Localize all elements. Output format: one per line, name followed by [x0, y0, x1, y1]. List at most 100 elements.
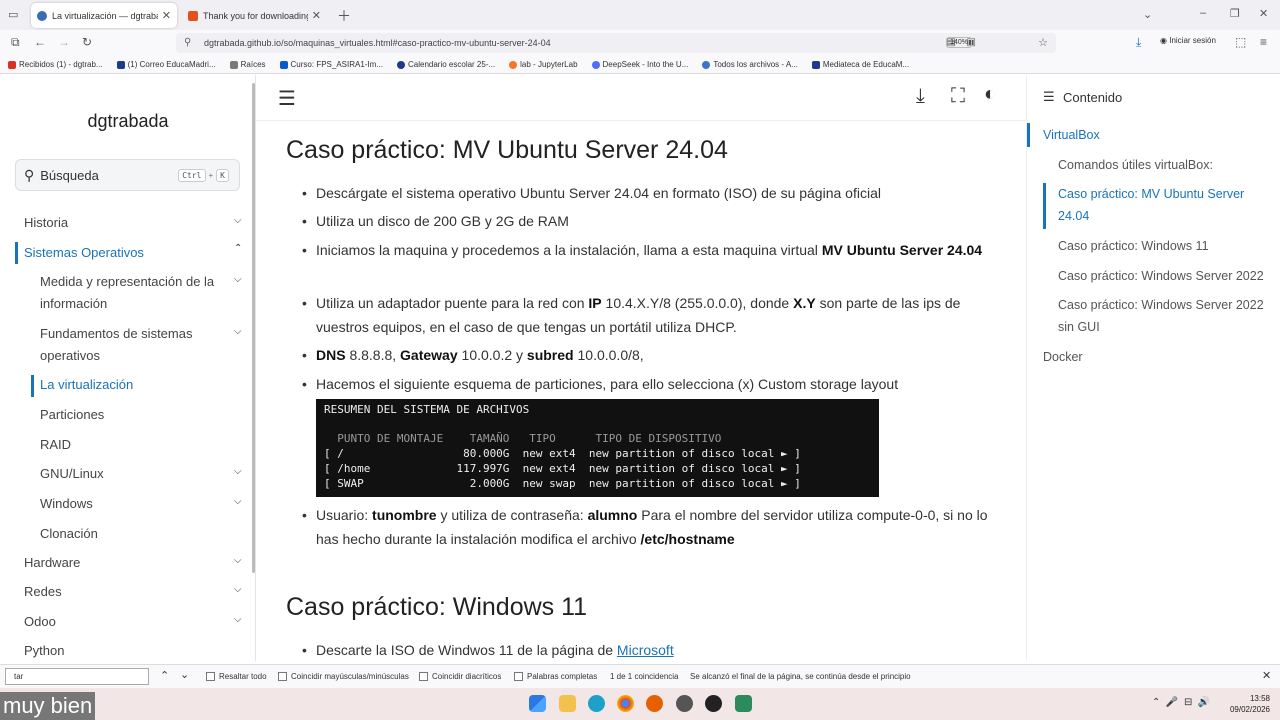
menu-icon[interactable]: ≡: [1260, 35, 1267, 49]
sidebar-item-virtualizacion[interactable]: La virtualización: [40, 374, 133, 396]
sidebar-item-fundamentos[interactable]: Fundamentos de sistemas operativos: [40, 323, 220, 367]
close-window-button[interactable]: ✕: [1259, 7, 1268, 20]
sidebar-item-windows[interactable]: Windows: [40, 493, 93, 515]
site-title[interactable]: dgtrabada: [0, 111, 255, 132]
fullscreen-icon[interactable]: ⛶: [951, 85, 965, 108]
bookmark-item[interactable]: Raíces: [229, 60, 266, 69]
chevron-down-icon[interactable]: ⌵: [234, 274, 242, 285]
firefox-icon[interactable]: [646, 695, 663, 712]
close-tab-icon[interactable]: ✕: [162, 9, 171, 22]
find-bar: tar ⌃ ⌄ Resaltar todo Coincidir mayúscul…: [0, 664, 1280, 688]
table-of-contents: ☰ Contenido VirtualBox Comandos útiles v…: [1026, 75, 1280, 661]
find-count: 1 de 1 coincidencia: [610, 672, 679, 681]
bookmark-star-icon[interactable]: ☆: [1038, 36, 1048, 49]
sidebar-toggle-icon[interactable]: ⧉: [11, 35, 20, 50]
toc-item-docker[interactable]: Docker: [1043, 346, 1263, 368]
toc-item-windows-server-nogui[interactable]: Caso práctico: Windows Server 2022 sin G…: [1058, 294, 1278, 338]
close-find-bar-button[interactable]: ✕: [1262, 669, 1271, 682]
chevron-down-icon[interactable]: ⌵: [234, 215, 242, 226]
url-bar[interactable]: ⚲ dgtrabada.github.io/so/maquinas_virtua…: [176, 33, 1056, 53]
app-icon[interactable]: [735, 695, 752, 712]
github-icon[interactable]: [705, 695, 722, 712]
toc-item-comandos[interactable]: Comandos útiles virtualBox:: [1058, 154, 1278, 176]
chevron-down-icon[interactable]: ⌵: [234, 466, 242, 477]
toc-item-ubuntu-server[interactable]: Caso práctico: MV Ubuntu Server 24.04: [1058, 183, 1278, 227]
microsoft-link[interactable]: Microsoft: [617, 642, 674, 658]
toc-item-windows-11[interactable]: Caso práctico: Windows 11: [1058, 235, 1278, 257]
system-tray[interactable]: ⌃ 🎤 ⊟ 🔊: [1152, 697, 1210, 708]
extensions-icon[interactable]: ⬚: [1235, 35, 1246, 49]
terminal-line: [ /home 117.997G new ext4 new partition …: [324, 462, 801, 475]
bookmark-item[interactable]: lab - JupyterLab: [509, 60, 578, 69]
sidebar-item-historia[interactable]: Historia: [24, 212, 68, 234]
search-placeholder: Búsqueda: [40, 167, 99, 183]
sign-in-button[interactable]: ◉ Iniciar sesión: [1160, 36, 1216, 45]
chrome-icon[interactable]: [617, 695, 634, 712]
bookmark-item[interactable]: Todos los archivos - A...: [702, 60, 798, 69]
chevron-down-icon[interactable]: ⌵: [234, 614, 242, 625]
reload-button[interactable]: ↻: [82, 35, 92, 49]
sidebar-scrollbar[interactable]: [252, 83, 255, 573]
file-explorer-icon[interactable]: [559, 695, 576, 712]
minimize-button[interactable]: –: [1200, 7, 1206, 19]
close-tab-icon[interactable]: ✕: [312, 9, 321, 22]
sidebar-item-odoo[interactable]: Odoo: [24, 611, 56, 633]
windows-start-icon[interactable]: [529, 695, 546, 712]
clock[interactable]: 13:58 09/02/2026: [1230, 693, 1270, 715]
gmail-icon: [8, 60, 16, 69]
bookmarks-bar: Recibidos (1) - dgtrab... (1) Correo Edu…: [0, 56, 1280, 74]
downloads-icon[interactable]: ⤓: [1136, 35, 1141, 50]
match-diacritics-checkbox[interactable]: Coincidir diacríticos: [419, 672, 501, 681]
sidebar-item-hardware[interactable]: Hardware: [24, 552, 80, 574]
settings-icon[interactable]: [676, 695, 693, 712]
chevron-down-icon[interactable]: ⌵: [234, 584, 242, 595]
theme-toggle-icon[interactable]: ◐: [984, 83, 996, 106]
tab-overview-icon[interactable]: ▭: [8, 8, 18, 21]
bookmark-item[interactable]: Calendario escolar 25-...: [397, 60, 495, 69]
chevron-down-icon[interactable]: ⌵: [234, 326, 242, 337]
sidebar-item-python[interactable]: Python: [24, 640, 64, 661]
maximize-button[interactable]: ❐: [1230, 7, 1240, 20]
chevron-down-icon[interactable]: ⌵: [234, 555, 242, 566]
toc-item-virtualbox[interactable]: VirtualBox: [1043, 124, 1263, 146]
find-next-button[interactable]: ⌄: [180, 668, 189, 681]
match-case-checkbox[interactable]: Coincidir mayúsculas/minúsculas: [278, 672, 409, 681]
sidebar-item-medida[interactable]: Medida y representación de la informació…: [40, 271, 220, 315]
hamburger-menu-icon[interactable]: ☰: [278, 86, 296, 111]
account-icon: ◉: [1160, 36, 1167, 45]
site-info-icon[interactable]: ⚲: [184, 37, 191, 48]
back-button[interactable]: ←: [34, 35, 46, 49]
toc-active-indicator: [1043, 183, 1046, 229]
whole-words-checkbox[interactable]: Palabras completas: [514, 672, 597, 681]
bookmark-item[interactable]: DeepSeek - Into the U...: [591, 60, 688, 69]
sidebar-item-clonacion[interactable]: Clonación: [40, 523, 98, 545]
download-icon[interactable]: ⤓: [916, 85, 925, 108]
find-input[interactable]: tar: [5, 668, 149, 685]
search-input[interactable]: ⚲ Búsqueda Ctrl + K: [15, 159, 240, 191]
zoom-level[interactable]: 140%: [946, 37, 972, 48]
course-icon: [279, 60, 288, 69]
highlight-all-checkbox[interactable]: Resaltar todo: [206, 672, 267, 681]
bookmark-item[interactable]: (1) Correo EducaMadri...: [116, 60, 216, 69]
edge-icon[interactable]: [588, 695, 605, 712]
sidebar-item-gnu-linux[interactable]: GNU/Linux: [40, 463, 104, 485]
sidebar-item-redes[interactable]: Redes: [24, 581, 62, 603]
chevron-down-icon[interactable]: ⌵: [234, 496, 242, 507]
bookmark-item[interactable]: Mediateca de EducaM...: [811, 60, 909, 69]
toc-item-windows-server[interactable]: Caso práctico: Windows Server 2022: [1058, 265, 1278, 287]
bookmark-item[interactable]: Curso: FPS_ASIRA1-Im...: [279, 60, 383, 69]
find-previous-button[interactable]: ⌃: [160, 669, 169, 682]
new-tab-button[interactable]: ＋: [337, 6, 351, 26]
find-status: Se alcanzó el final de la página, se con…: [690, 672, 911, 681]
chevron-up-icon[interactable]: ⌃: [234, 243, 242, 254]
sidebar-item-sistemas-operativos[interactable]: Sistemas Operativos: [24, 242, 144, 264]
list-item: Descarte la ISO de Windwos 11 de la pági…: [302, 638, 996, 661]
tab-ubuntu-download[interactable]: Thank you for downloading Ub ✕: [182, 3, 327, 28]
bookmark-item[interactable]: Recibidos (1) - dgtrab...: [8, 60, 103, 69]
sidebar-item-particiones[interactable]: Particiones: [40, 404, 104, 426]
forward-button[interactable]: →: [58, 35, 70, 49]
terminal-line: [ SWAP 2.000G new swap new partition of …: [324, 477, 801, 490]
tab-virtualizacion[interactable]: La virtualización — dgtrabada ✕: [31, 3, 177, 28]
sidebar-item-raid[interactable]: RAID: [40, 434, 71, 456]
tab-list-chevron-icon[interactable]: ⌄: [1143, 8, 1152, 21]
